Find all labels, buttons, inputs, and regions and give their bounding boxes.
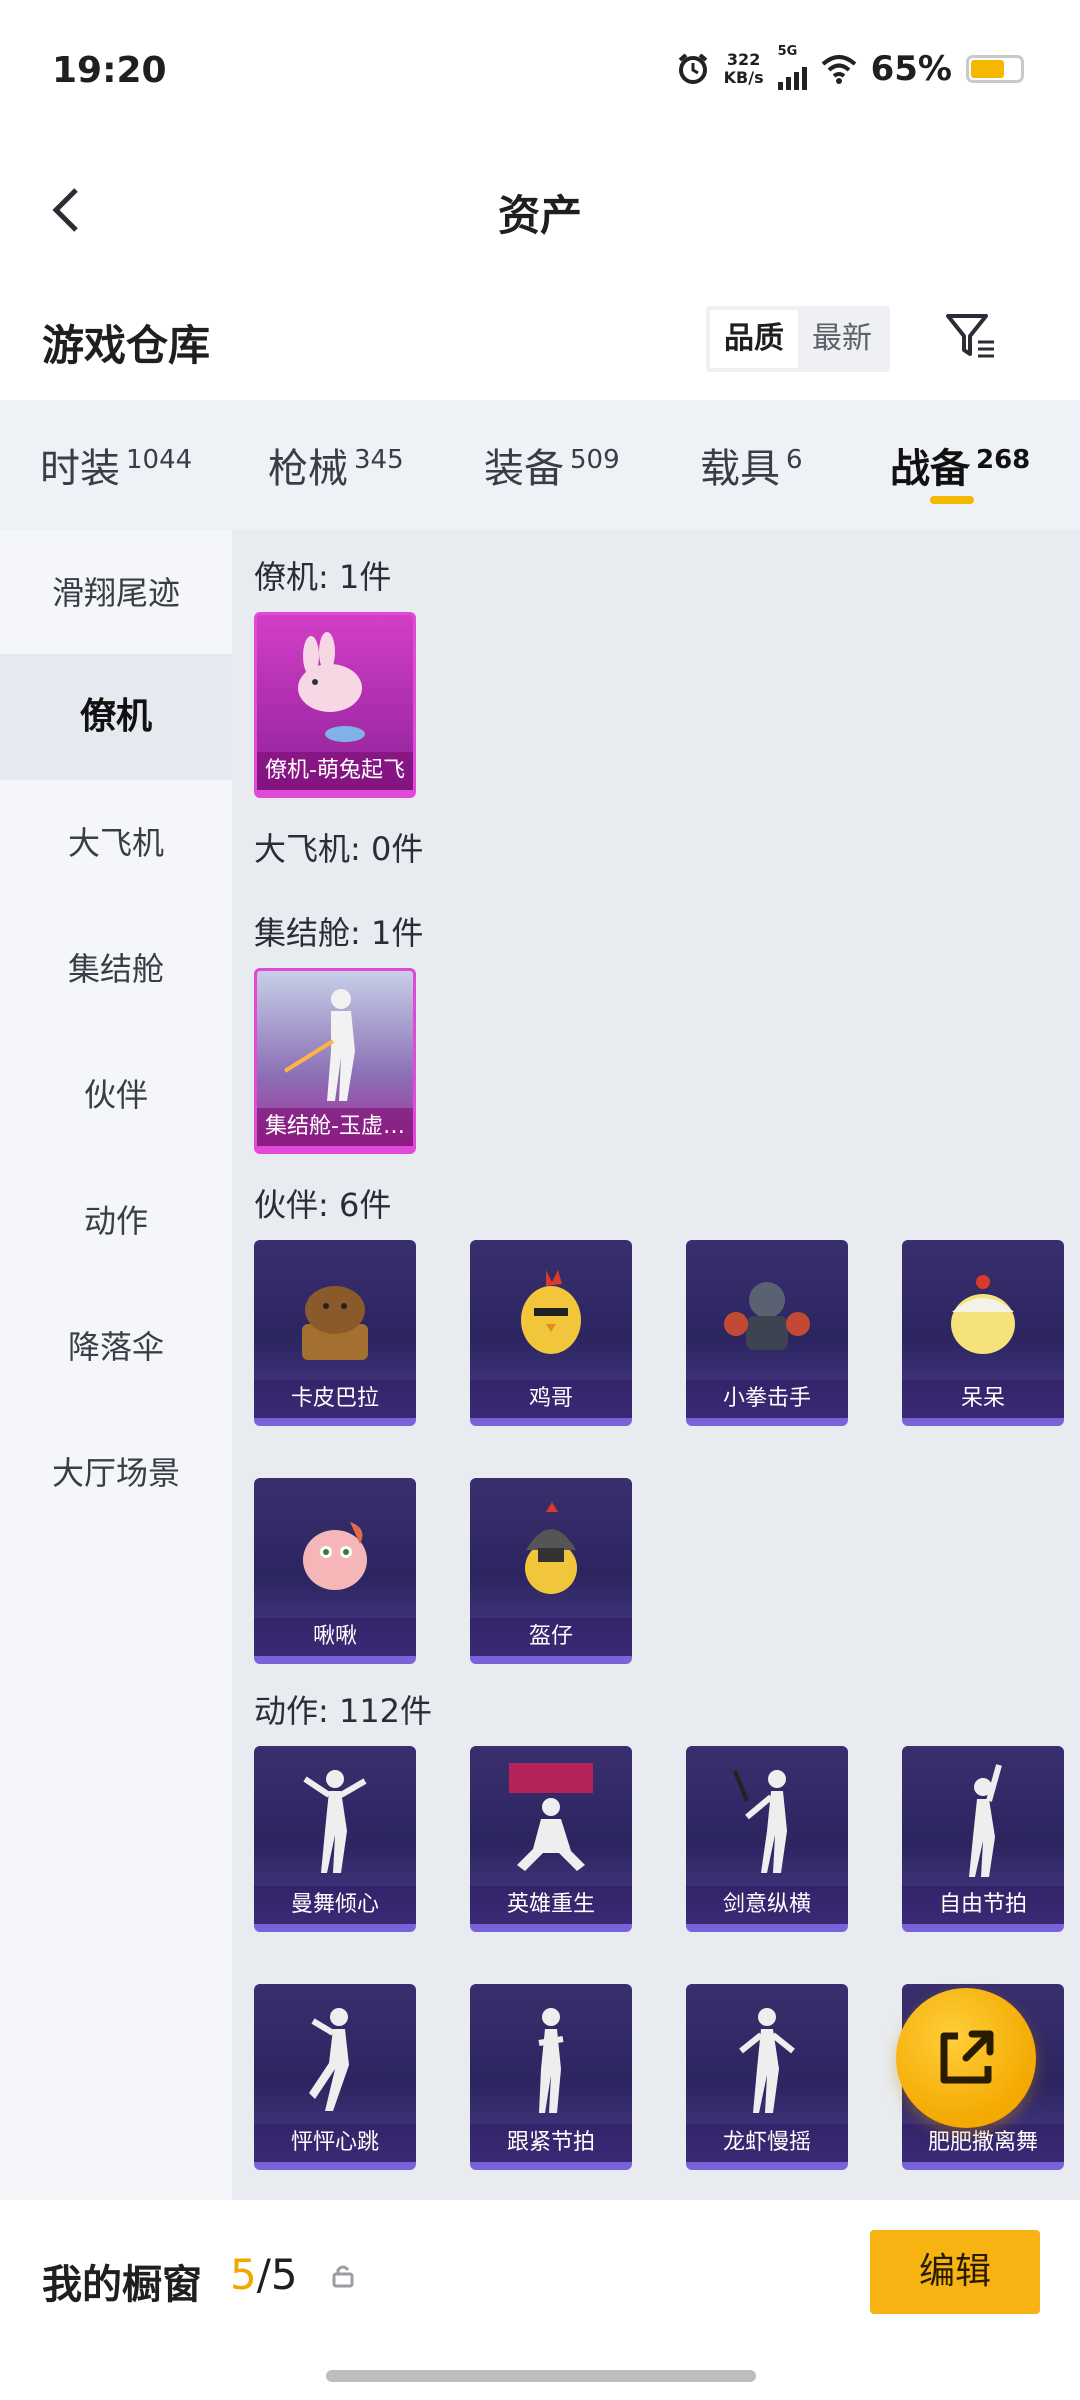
external-link-icon <box>940 2030 994 2084</box>
sort-toggle: 品质 最新 <box>706 306 890 372</box>
item-label: 卡皮巴拉 <box>254 1380 416 1418</box>
item-card[interactable]: 剑意纵横 <box>686 1746 848 1932</box>
item-card[interactable]: 小拳击手 <box>686 1240 848 1426</box>
sidebar-item-rally-pod[interactable]: 集结舱 <box>0 906 232 1032</box>
boxer-icon <box>686 1250 848 1380</box>
section-title: 僚机: 1件 <box>254 558 392 596</box>
showcase-count: 5/5 <box>230 2250 298 2299</box>
tab-readiness[interactable]: 战备 268 <box>890 436 1030 494</box>
item-label: 小拳击手 <box>686 1380 848 1418</box>
figure-icon <box>257 981 413 1111</box>
item-card[interactable]: 跟紧节拍 <box>470 1984 632 2170</box>
page-title: 资产 <box>497 191 582 240</box>
dancer-icon <box>902 1756 1064 1886</box>
helmet-chick-icon <box>470 1488 632 1618</box>
item-label: 跟紧节拍 <box>470 2124 632 2162</box>
item-label: 剑意纵横 <box>686 1886 848 1924</box>
section-title: 大飞机: 0件 <box>254 830 424 868</box>
tab-guns[interactable]: 枪械 345 <box>268 436 404 494</box>
item-card[interactable]: 呆呆 <box>902 1240 1064 1426</box>
dancer-icon <box>254 1756 416 1886</box>
tab-fashion[interactable]: 时装 1044 <box>40 436 192 494</box>
sidebar-item-big-plane[interactable]: 大飞机 <box>0 780 232 906</box>
bird-icon <box>254 1488 416 1618</box>
tab-equipment[interactable]: 装备 509 <box>484 436 620 494</box>
showcase-title: 我的橱窗 <box>42 2262 202 2308</box>
item-label: 集结舱-玉虚… <box>257 1108 413 1146</box>
status-time: 19:20 <box>52 50 167 91</box>
app-header: 资产 <box>0 140 1080 280</box>
item-label: 鸡哥 <box>470 1380 632 1418</box>
item-grid: 僚机: 1件 僚机-萌兔起飞 大飞机: 0件 集结舱: 1件 集结舱-玉虚… 伙… <box>232 530 1080 2200</box>
warehouse-bar: 游戏仓库 品质 最新 <box>0 280 1080 400</box>
item-card[interactable]: 鸡哥 <box>470 1240 632 1426</box>
section-title: 伙伴: 6件 <box>254 1186 392 1224</box>
status-bar: 19:20 322 KB/s 5G 65% <box>0 0 1080 140</box>
section-title: 动作: 112件 <box>254 1692 433 1730</box>
capybara-icon <box>254 1250 416 1380</box>
battery-icon <box>966 55 1024 83</box>
share-fab-button[interactable] <box>896 1988 1036 2128</box>
dancer-icon <box>470 1994 632 2124</box>
item-card[interactable]: 曼舞倾心 <box>254 1746 416 1932</box>
active-tab-indicator <box>930 496 974 504</box>
item-card[interactable]: 啾啾 <box>254 1478 416 1664</box>
item-label: 自由节拍 <box>902 1886 1064 1924</box>
tab-vehicles[interactable]: 载具 6 <box>700 436 803 494</box>
dancer-icon <box>686 1756 848 1886</box>
wifi-icon <box>821 55 856 84</box>
filter-icon[interactable] <box>940 306 1000 366</box>
bottom-bar: 我的橱窗 5/5 编辑 <box>0 2200 1080 2400</box>
chick-icon <box>902 1250 1064 1380</box>
item-card[interactable]: 卡皮巴拉 <box>254 1240 416 1426</box>
chicken-icon <box>470 1250 632 1380</box>
item-card[interactable]: 盔仔 <box>470 1478 632 1664</box>
item-label: 盔仔 <box>470 1618 632 1656</box>
warehouse-title: 游戏仓库 <box>42 321 211 370</box>
item-card[interactable]: 怦怦心跳 <box>254 1984 416 2170</box>
sort-quality-button[interactable]: 品质 <box>710 310 798 368</box>
section-title: 集结舱: 1件 <box>254 914 424 952</box>
item-label: 曼舞倾心 <box>254 1886 416 1924</box>
item-card[interactable]: 自由节拍 <box>902 1746 1064 1932</box>
sidebar-item-wingman[interactable]: 僚机 <box>0 654 232 780</box>
battery-level <box>971 60 1004 78</box>
item-label: 啾啾 <box>254 1618 416 1656</box>
sort-newest-button[interactable]: 最新 <box>798 310 886 368</box>
item-card[interactable]: 集结舱-玉虚… <box>254 968 416 1154</box>
lock-icon <box>332 2265 354 2288</box>
signal-icon: 5G <box>777 44 807 90</box>
sidebar: 滑翔尾迹 僚机 大飞机 集结舱 伙伴 动作 降落伞 大厅场景 <box>0 530 232 2200</box>
dancer-icon <box>470 1756 632 1886</box>
item-card[interactable]: 龙虾慢摇 <box>686 1984 848 2170</box>
status-icons: 322 KB/s 5G 65% <box>676 44 1024 90</box>
sidebar-item-companion[interactable]: 伙伴 <box>0 1032 232 1158</box>
item-label: 肥肥撒离舞 <box>902 2124 1064 2162</box>
rabbit-icon <box>257 625 413 755</box>
category-tabs: 时装 1044 枪械 345 装备 509 载具 6 战备 268 <box>0 400 1080 530</box>
item-label: 呆呆 <box>902 1380 1064 1418</box>
edit-button[interactable]: 编辑 <box>870 2230 1040 2314</box>
item-label: 僚机-萌兔起飞 <box>257 752 413 790</box>
battery-text: 65% <box>870 49 952 89</box>
sidebar-item-emote[interactable]: 动作 <box>0 1158 232 1284</box>
item-card[interactable]: 僚机-萌兔起飞 <box>254 612 416 798</box>
dancer-icon <box>254 1994 416 2124</box>
item-label: 英雄重生 <box>470 1886 632 1924</box>
home-indicator[interactable] <box>326 2370 756 2382</box>
item-label: 怦怦心跳 <box>254 2124 416 2162</box>
dancer-icon <box>686 1994 848 2124</box>
item-card[interactable]: 英雄重生 <box>470 1746 632 1932</box>
sidebar-item-lobby-scene[interactable]: 大厅场景 <box>0 1410 232 1536</box>
alarm-icon <box>678 53 707 84</box>
net-speed: 322 KB/s <box>723 50 764 87</box>
sidebar-item-glide-trail[interactable]: 滑翔尾迹 <box>0 530 232 656</box>
item-label: 龙虾慢摇 <box>686 2124 848 2162</box>
sidebar-item-parachute[interactable]: 降落伞 <box>0 1284 232 1410</box>
